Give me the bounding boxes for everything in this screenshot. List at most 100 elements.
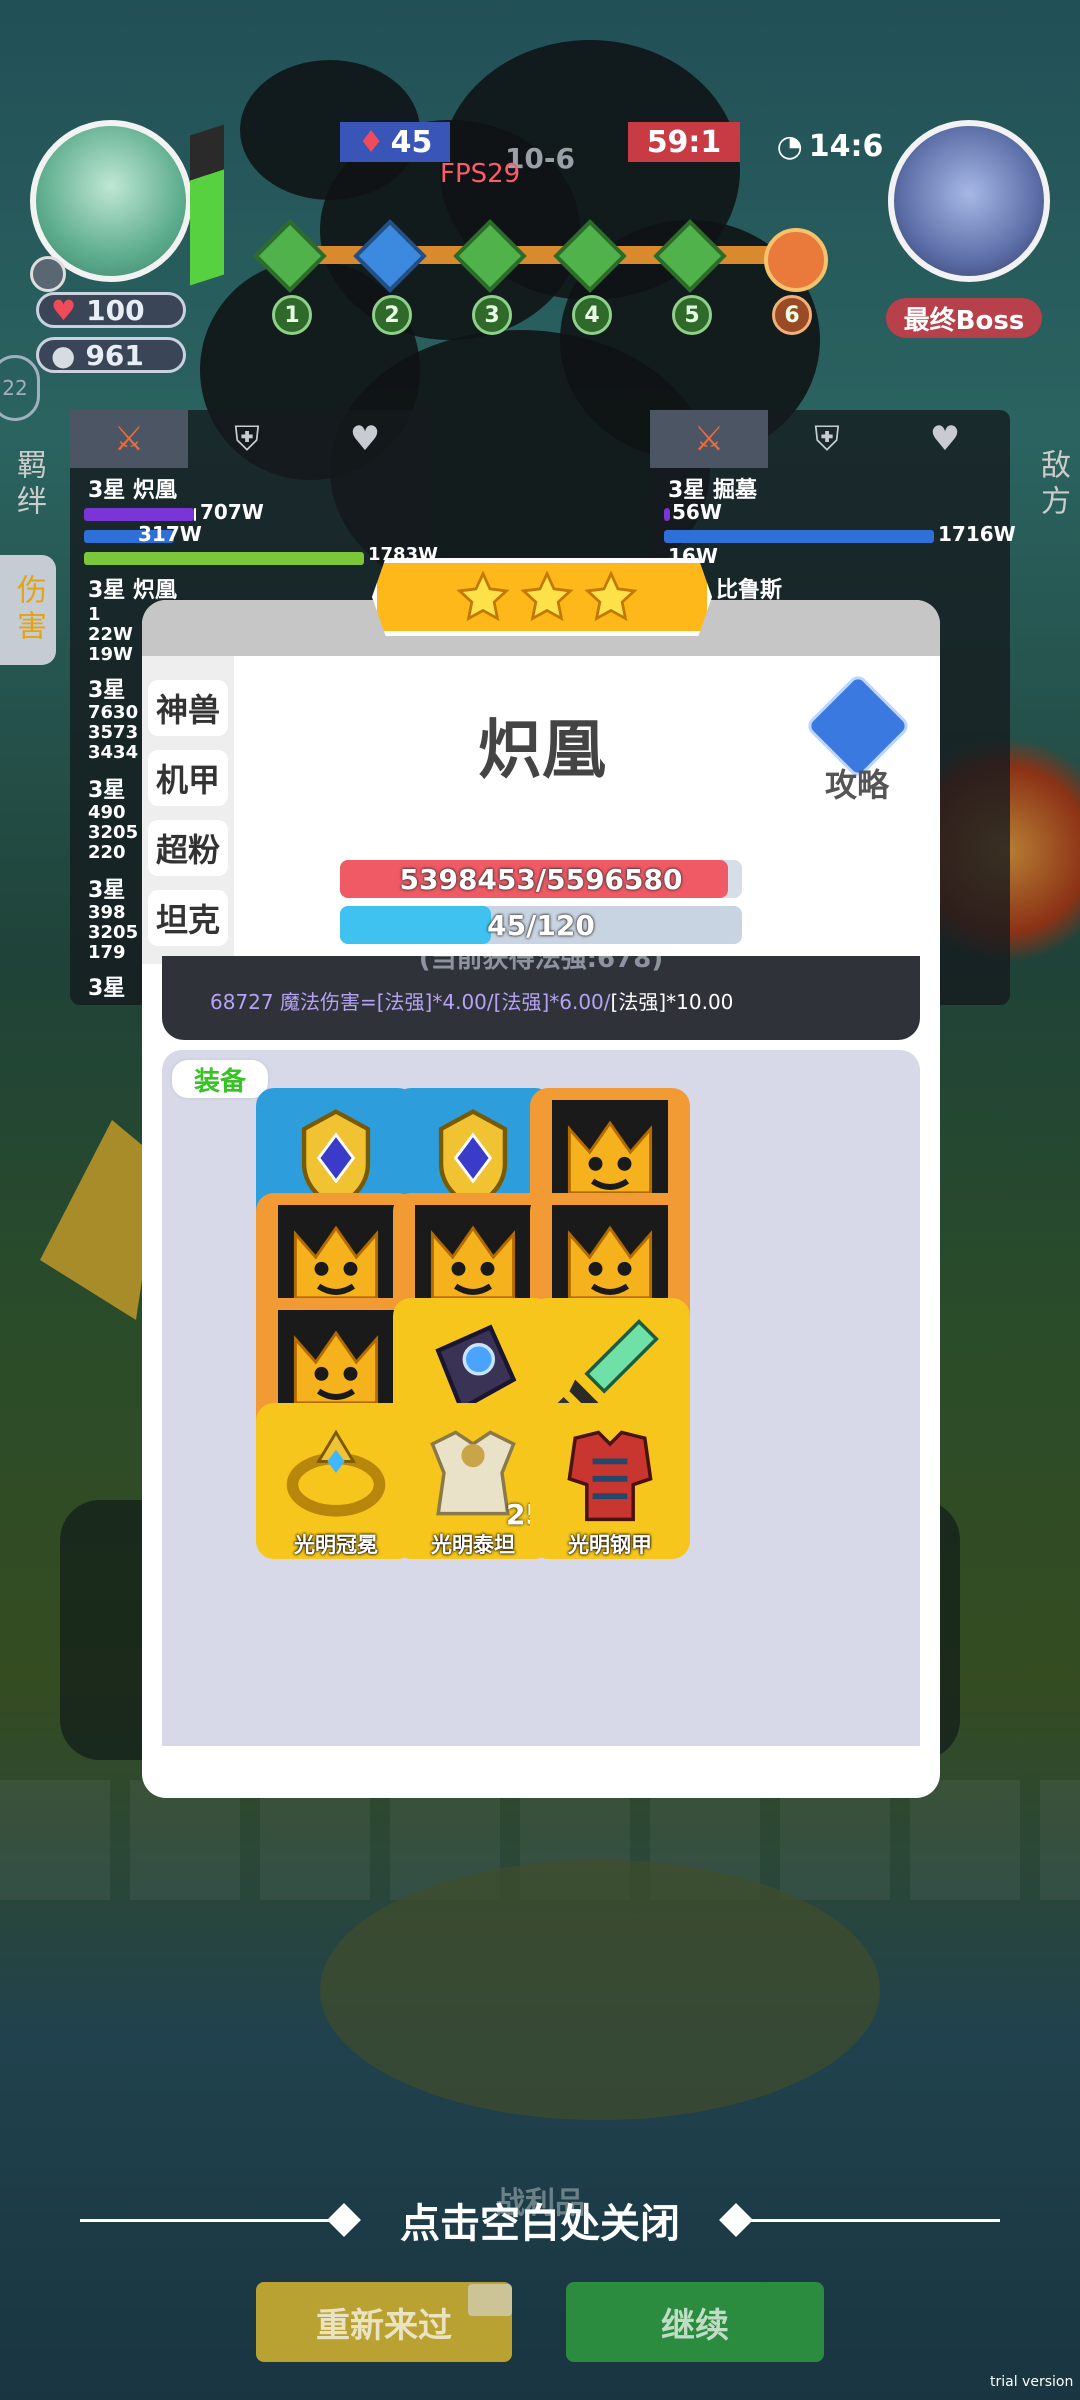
- heart-tab-icon[interactable]: ♥: [886, 410, 1004, 468]
- skill-formula-part: [法强]: [610, 990, 667, 1014]
- right-row-1-bar-2: [664, 530, 934, 543]
- stage-6-label: 6: [772, 295, 812, 335]
- player-hp-value: 100: [86, 293, 145, 327]
- tab-enemy[interactable]: 敌方: [1024, 420, 1080, 550]
- left-row-4-l1: 490: [88, 802, 126, 823]
- stage-1-label: 1: [272, 295, 312, 335]
- close-hint[interactable]: 点击空白处关闭: [0, 2190, 1080, 2250]
- watermark: trial version: [990, 2374, 1074, 2390]
- equipment-section: 装备 机甲纹章超粉纹章自然之力自然之力3自然之力2自然之力4自然之力5光明杀人书…: [162, 1050, 920, 1746]
- stage-2-label: 2: [372, 295, 412, 335]
- hero-hp-text: 5398453/5596580: [399, 862, 683, 896]
- player-energy-bar: [190, 124, 224, 286]
- hero-name: 炽凰: [478, 714, 606, 788]
- stage-5-label: 5: [672, 295, 712, 335]
- shield-tab-icon[interactable]: ⛨: [188, 410, 306, 468]
- video-ad-icon: [468, 2284, 512, 2316]
- tab-trait-super-fan[interactable]: 超粉: [148, 820, 228, 876]
- equipment-label: 装备: [170, 1058, 270, 1100]
- left-row-3-l3: 3434: [88, 742, 139, 763]
- star-rank-banner: [372, 558, 712, 636]
- left-row-3-l2: 3573: [88, 722, 139, 743]
- left-row-4-l3: 220: [88, 842, 126, 863]
- sword-tab-icon[interactable]: ⚔: [650, 410, 768, 468]
- sword-tab-icon[interactable]: ⚔: [70, 410, 188, 468]
- left-row-5-l1: 398: [88, 902, 126, 923]
- left-row-3-name: 3星: [88, 678, 126, 703]
- hero-mana-bar: 45/120: [340, 906, 742, 944]
- left-row-1-bar-1b: [194, 508, 196, 521]
- left-stat-tabs: ⚔ ⛨ ♥: [70, 410, 424, 468]
- shield-tab-icon[interactable]: ⛨: [768, 410, 886, 468]
- tab-trait-tank[interactable]: 坦克: [148, 890, 228, 946]
- left-row-1-bar-1: [84, 508, 194, 521]
- star-icon: [456, 570, 510, 622]
- skill-formula: 68727 魔法伤害=[法强]*4.00/[法强]*6.00/[法强]*10.0…: [210, 986, 733, 1015]
- right-row-1-v2: 1716W: [938, 522, 1016, 546]
- tab-bonds[interactable]: 羁绊: [0, 420, 56, 550]
- equipment-item-label: 光明钢甲: [568, 1533, 652, 1557]
- left-row-2-l2: 22W: [88, 624, 133, 645]
- hero-mana-text: 45/120: [487, 908, 595, 942]
- chestplate-icon: [552, 1415, 668, 1531]
- tab-trait-mecha[interactable]: 机甲: [148, 750, 228, 806]
- trait-tabs: 神兽 机甲 超粉 坦克: [142, 656, 234, 964]
- left-row-3-l1: 7630: [88, 702, 139, 723]
- skill-formula-part: *6.00/: [549, 990, 611, 1014]
- skill-formula-part: [法强]: [376, 990, 433, 1014]
- left-row-5-name: 3星: [88, 878, 126, 903]
- stage-3-label: 3: [472, 295, 512, 335]
- heart-tab-icon[interactable]: ♥: [306, 410, 424, 468]
- star-icon: [520, 570, 574, 622]
- player-gold-pill: ● 961: [36, 337, 186, 373]
- settings-gear-icon[interactable]: [30, 256, 66, 292]
- fps-counter: FPS29: [440, 159, 521, 189]
- tiara-icon: [278, 1415, 394, 1531]
- left-row-2-l3: 19W: [88, 644, 133, 665]
- left-row-1-v2: 317W: [138, 522, 202, 546]
- left-row-4-name: 3星: [88, 778, 126, 803]
- boss-avatar[interactable]: [888, 120, 1050, 282]
- skill-partial-text: (当前获得法强:678): [418, 956, 664, 974]
- boss-label: 最终Boss: [886, 298, 1042, 338]
- equipment-item-label: 光明泰坦: [431, 1533, 515, 1557]
- equipment-item-label: 光明冠冕: [294, 1533, 378, 1557]
- clock-icon: ◔: [776, 128, 803, 164]
- timer: ◔ 14:6: [776, 128, 884, 164]
- tab-damage[interactable]: 伤害: [0, 555, 56, 665]
- right-row-1-v1: 56W: [672, 500, 722, 524]
- stage-4-label: 4: [572, 295, 612, 335]
- left-row-1-name: 3星 炽凰: [88, 478, 177, 503]
- skill-damage-value: 68727 魔法伤害=: [210, 990, 377, 1014]
- red-score: 59:1: [628, 122, 740, 162]
- guide-button[interactable]: 攻略: [802, 672, 912, 804]
- left-edge-badge: 22: [0, 355, 40, 421]
- left-row-5-l3: 179: [88, 942, 126, 963]
- skill-formula-part: [法强]: [493, 990, 550, 1014]
- blue-score: ♦ 45: [340, 122, 450, 162]
- heart-icon: ♥: [51, 293, 77, 327]
- skill-formula-part: *10.00: [666, 990, 734, 1014]
- star-icon: [584, 570, 638, 622]
- guide-label: 攻略: [824, 766, 889, 804]
- left-row-4-l2: 3205: [88, 822, 139, 843]
- coin-icon: ●: [51, 338, 76, 372]
- boss-stage-skull-icon: [764, 228, 828, 292]
- equipment-item[interactable]: 光明冠冕: [256, 1403, 416, 1559]
- equipment-item[interactable]: 光明钢甲: [530, 1403, 690, 1559]
- skill-formula-part: *4.00/: [432, 990, 494, 1014]
- left-row-5-l2: 3205: [88, 922, 139, 943]
- equipment-item[interactable]: 25 光明泰坦: [393, 1403, 553, 1559]
- player-gold-value: 961: [85, 338, 144, 372]
- left-row-6-name: 3星: [88, 976, 126, 1001]
- continue-button[interactable]: 继续: [566, 2282, 824, 2362]
- left-row-1-v1: 707W: [200, 500, 264, 524]
- skill-description: (当前获得法强:678) 68727 魔法伤害=[法强]*4.00/[法强]*6…: [162, 956, 920, 1040]
- player-hp-pill: ♥ 100: [36, 292, 186, 328]
- hero-hp-bar: 5398453/5596580: [340, 860, 742, 898]
- left-row-1-bar-3: [84, 552, 364, 565]
- right-stat-tabs: ⚔ ⛨ ♥: [650, 410, 1004, 468]
- hero-detail-modal: 神兽 机甲 超粉 坦克 炽凰 攻略 5398453/5596580 45/120…: [142, 600, 940, 1798]
- tab-trait-divine-beast[interactable]: 神兽: [148, 680, 228, 736]
- flame-icon: ♦: [357, 124, 385, 160]
